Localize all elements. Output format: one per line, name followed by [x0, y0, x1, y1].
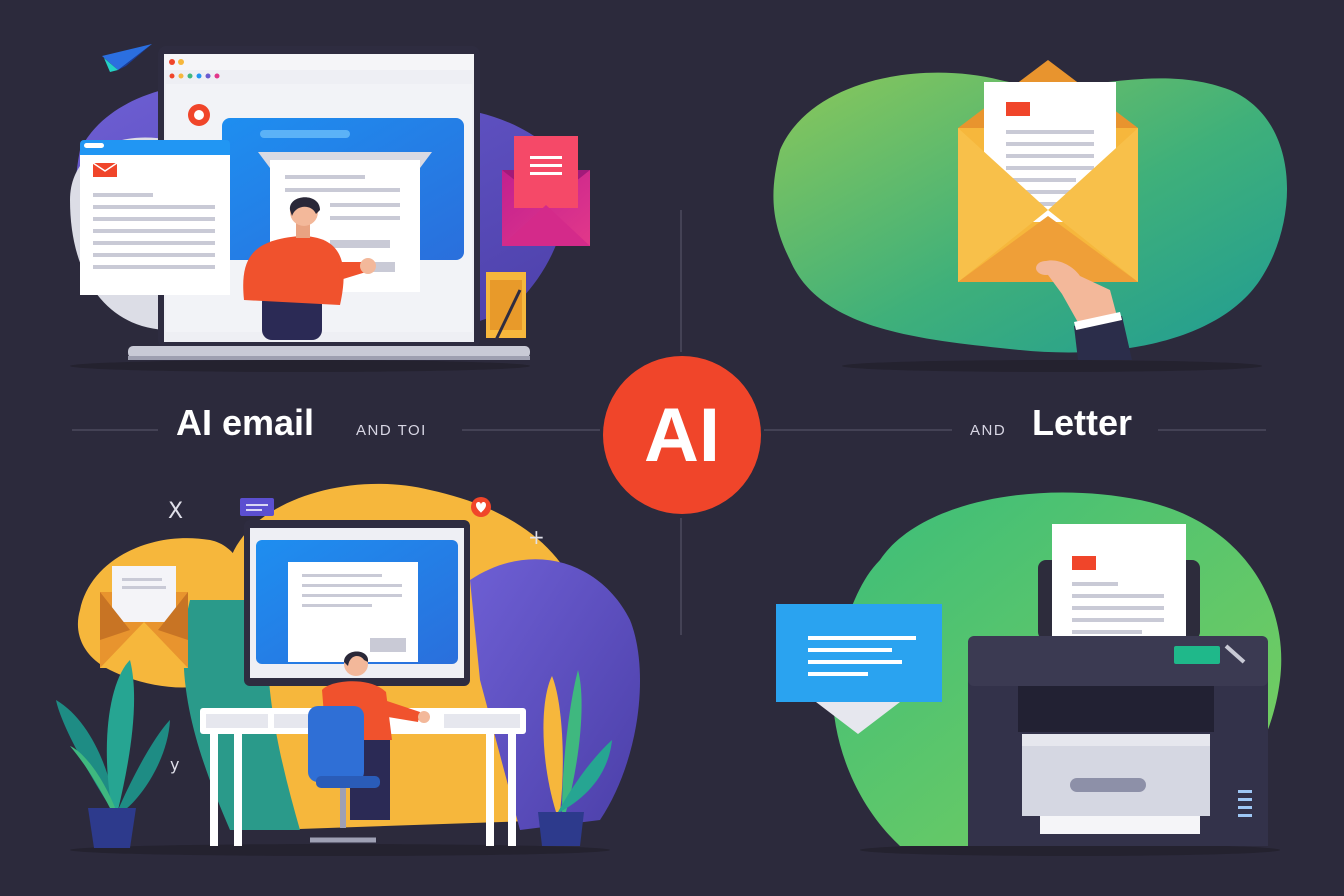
desk-scene: X + y	[56, 483, 640, 856]
envelope-icon	[502, 136, 590, 246]
laptop-scene	[70, 44, 590, 372]
plus-icon: +	[528, 525, 545, 549]
y-icon: y	[170, 755, 179, 774]
chat-bubble-icon	[240, 498, 274, 516]
envelope-icon	[100, 566, 188, 668]
ai-badge: AI	[603, 356, 761, 514]
book-icon	[486, 272, 526, 341]
printer-scene	[776, 492, 1282, 856]
envelope-icon	[958, 60, 1138, 282]
envelope-document	[80, 140, 230, 295]
x-icon: X	[168, 499, 183, 524]
ai-badge-label: AI	[644, 392, 720, 478]
left-subtitle: AND TOI	[356, 422, 427, 439]
paper-plane-icon	[102, 44, 152, 72]
right-title: Letter	[1032, 402, 1133, 443]
heart-icon	[471, 497, 491, 517]
right-subtitle: AND	[970, 422, 1007, 439]
plant-icon	[56, 660, 170, 848]
envelope-scene	[773, 60, 1288, 372]
left-title: AI email	[176, 402, 315, 443]
desktop-monitor-icon	[244, 520, 470, 706]
